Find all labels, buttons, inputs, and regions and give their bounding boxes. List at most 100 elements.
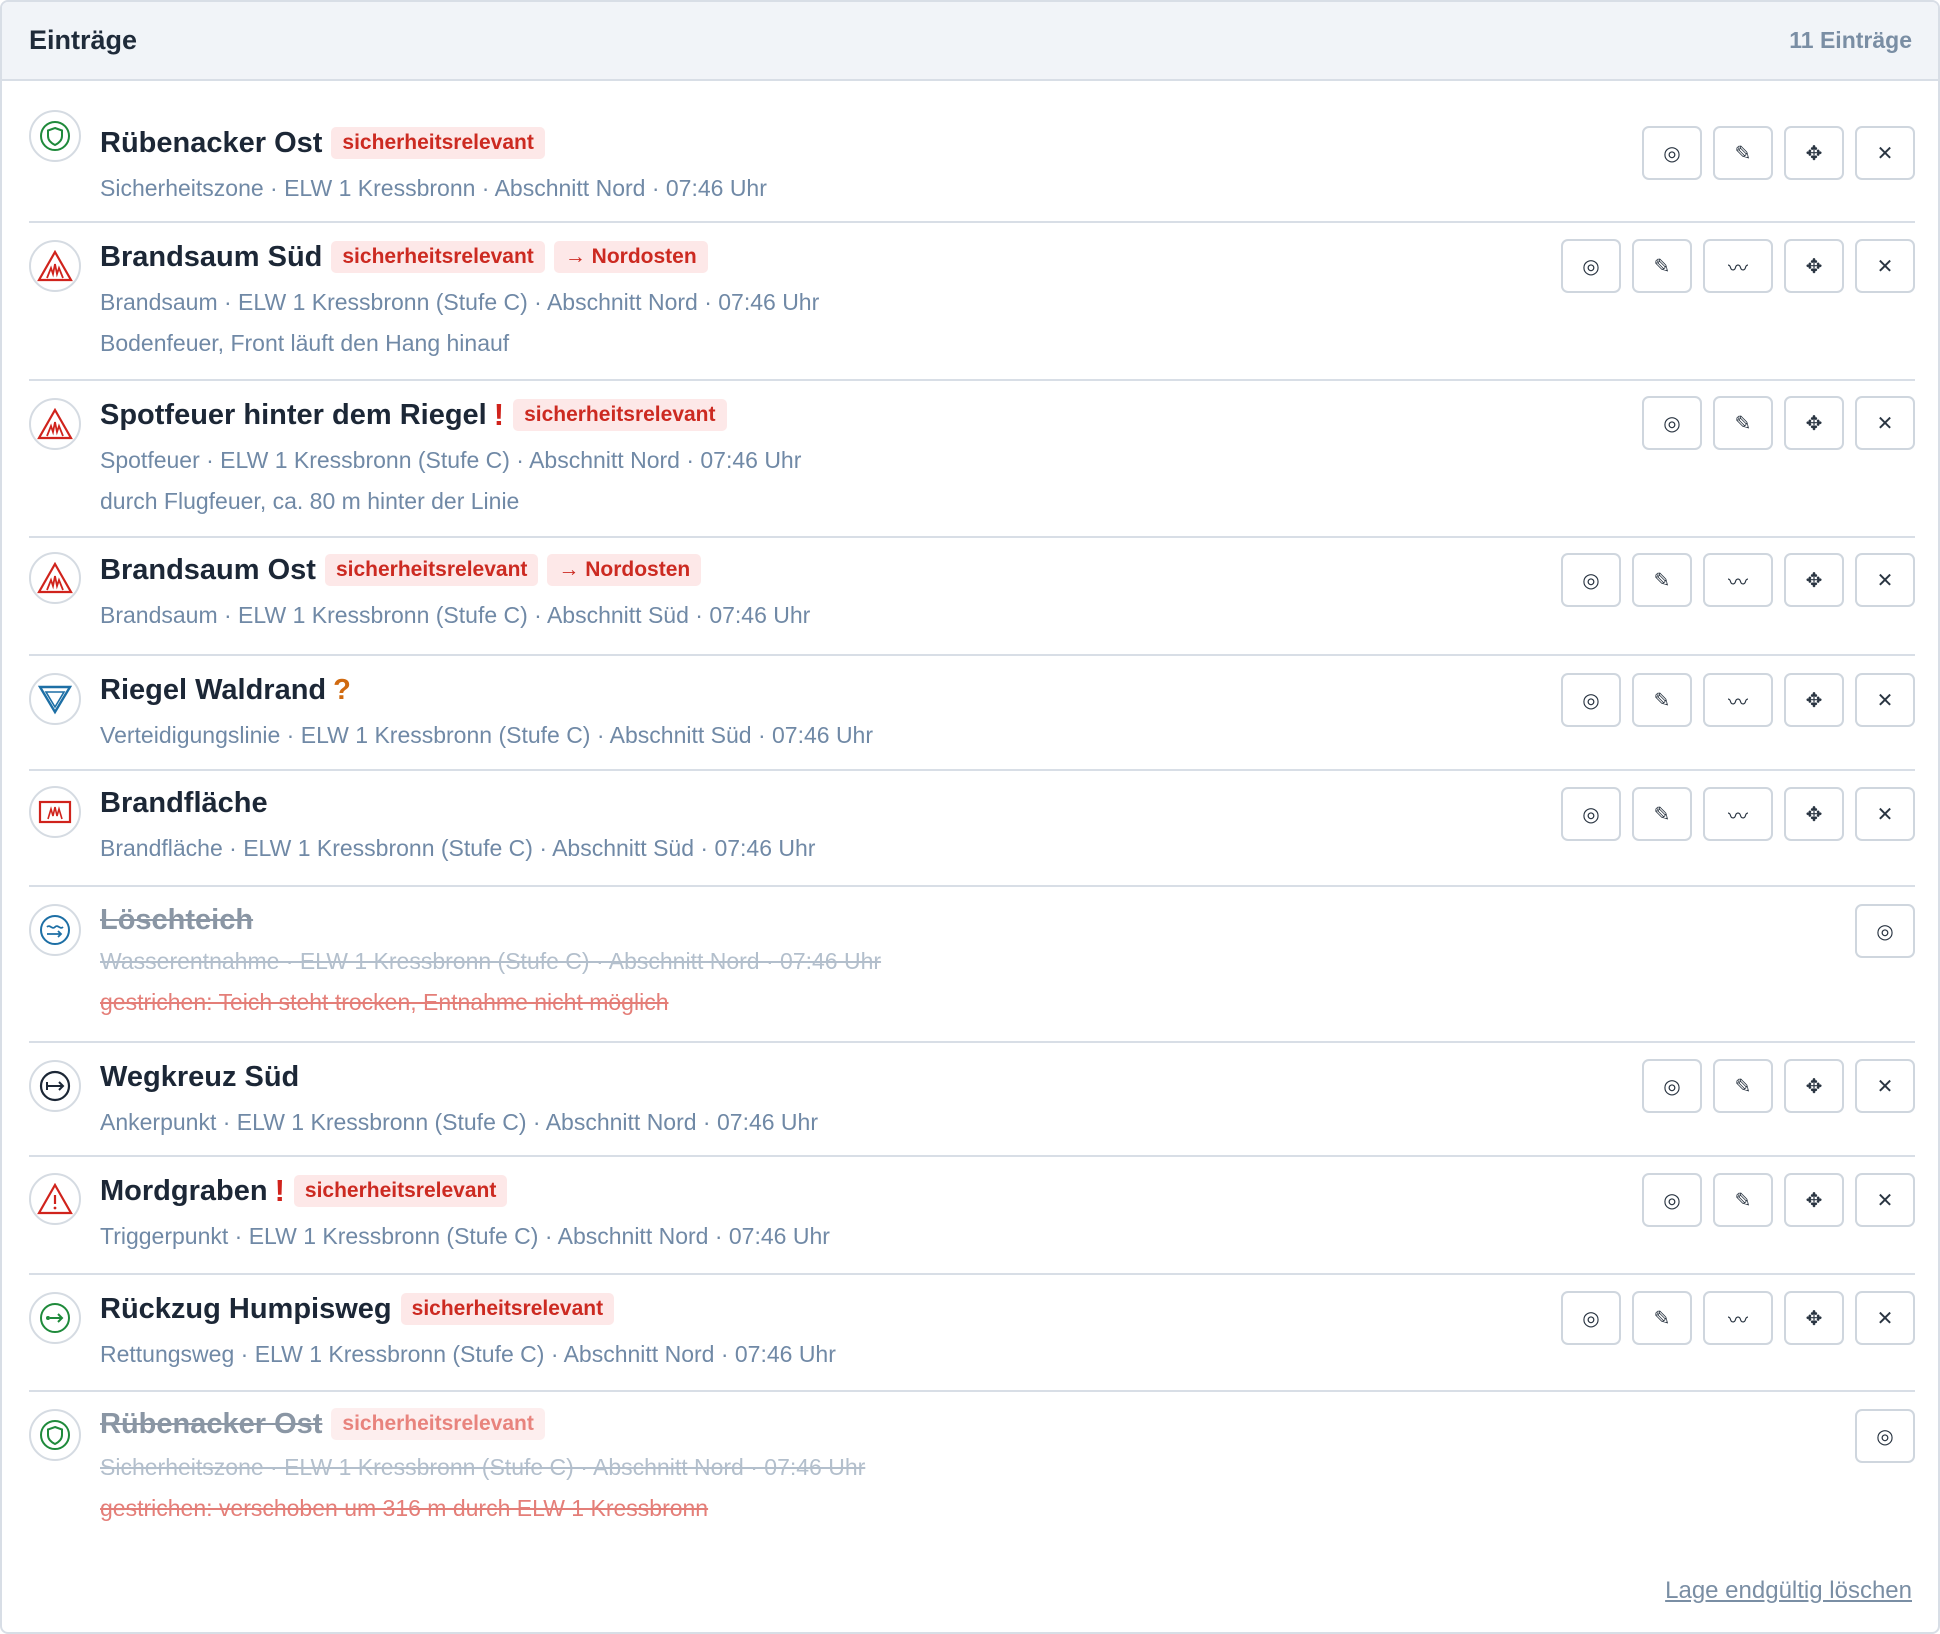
entry-title: Brandsaum Ost <box>100 553 316 586</box>
entry-meta: Wasserentnahme · ELW 1 Kressbronn (Stufe… <box>100 948 882 974</box>
anchor-point-icon <box>29 1060 81 1112</box>
strike-reason: gestrichen: Teich steht trocken, Entnahm… <box>100 989 669 1015</box>
entry-count: 11 Einträge <box>1789 27 1912 53</box>
draw-line-button[interactable]: 〰 <box>1703 553 1773 607</box>
entry-title: Rübenacker Ost <box>100 126 323 159</box>
move-button[interactable]: ✥ <box>1784 1059 1844 1113</box>
entry-note: Bodenfeuer, Front läuft den Hang hinauf <box>100 330 510 356</box>
move-button[interactable]: ✥ <box>1784 396 1844 450</box>
delete-button[interactable]: ✕ <box>1855 126 1915 180</box>
entry-meta: Brandsaum · ELW 1 Kressbronn (Stufe C) ·… <box>100 289 820 315</box>
list-item: Brandfläche Brandfläche · ELW 1 Kressbro… <box>29 771 1915 887</box>
entry-title: Brandsaum Süd <box>100 240 323 273</box>
delete-button[interactable]: ✕ <box>1855 553 1915 607</box>
list-item: Brandsaum Süd sicherheitsrelevant → Nord… <box>29 223 1915 381</box>
delete-button[interactable]: ✕ <box>1855 396 1915 450</box>
move-button[interactable]: ✥ <box>1784 673 1844 727</box>
locate-button[interactable]: ◎ <box>1642 126 1702 180</box>
move-button[interactable]: ✥ <box>1784 787 1844 841</box>
move-button[interactable]: ✥ <box>1784 126 1844 180</box>
edit-button[interactable]: ✎ <box>1632 553 1692 607</box>
priority-mark: ! <box>274 1173 285 1208</box>
delete-button[interactable]: ✕ <box>1855 787 1915 841</box>
safety-badge: sicherheitsrelevant <box>331 241 545 273</box>
locate-button[interactable]: ◎ <box>1561 553 1621 607</box>
list-item: Spotfeuer hinter dem Riegel ! sicherheit… <box>29 381 1915 538</box>
shield-icon <box>29 1409 81 1461</box>
locate-button[interactable]: ◎ <box>1561 239 1621 293</box>
locate-button[interactable]: ◎ <box>1642 396 1702 450</box>
entry-title: Mordgraben <box>100 1174 268 1207</box>
locate-button[interactable]: ◎ <box>1855 1409 1915 1463</box>
edit-button[interactable]: ✎ <box>1632 787 1692 841</box>
direction-badge: → Nordosten <box>547 554 702 586</box>
edit-button[interactable]: ✎ <box>1713 126 1773 180</box>
list-item: Rückzug Humpisweg sicherheitsrelevant Re… <box>29 1275 1915 1392</box>
draw-line-button[interactable]: 〰 <box>1703 787 1773 841</box>
escape-route-icon <box>29 1292 81 1344</box>
locate-button[interactable]: ◎ <box>1855 904 1915 958</box>
entry-title: Riegel Waldrand <box>100 673 327 706</box>
edit-button[interactable]: ✎ <box>1632 1291 1692 1345</box>
locate-button[interactable]: ◎ <box>1642 1173 1702 1227</box>
fire-front-icon <box>29 398 81 450</box>
edit-button[interactable]: ✎ <box>1713 396 1773 450</box>
list-item: Rübenacker Ost sicherheitsrelevant Siche… <box>29 83 1915 223</box>
locate-button[interactable]: ◎ <box>1561 1291 1621 1345</box>
move-button[interactable]: ✥ <box>1784 239 1844 293</box>
edit-button[interactable]: ✎ <box>1632 673 1692 727</box>
draw-line-button[interactable]: 〰 <box>1703 673 1773 727</box>
fire-front-icon <box>29 552 81 604</box>
draw-line-button[interactable]: 〰 <box>1703 1291 1773 1345</box>
locate-button[interactable]: ◎ <box>1561 787 1621 841</box>
entries-panel: Einträge 11 Einträge Rübenacker Ost sich… <box>0 0 1940 1634</box>
strike-reason: gestrichen: verschoben um 316 m durch EL… <box>100 1495 709 1521</box>
list-item: Löschteich Wasserentnahme · ELW 1 Kressb… <box>29 887 1915 1043</box>
safety-badge: sicherheitsrelevant <box>324 554 539 586</box>
delete-button[interactable]: ✕ <box>1855 1173 1915 1227</box>
entry-title: Wegkreuz Süd <box>100 1060 300 1093</box>
safety-badge: sicherheitsrelevant <box>513 399 727 431</box>
list-item: Mordgraben ! sicherheitsrelevant Trigger… <box>29 1157 1915 1275</box>
move-button[interactable]: ✥ <box>1784 1291 1844 1345</box>
uncertain-mark: ? <box>333 673 351 706</box>
entry-title: Spotfeuer hinter dem Riegel <box>100 398 487 431</box>
fire-front-icon <box>29 240 81 292</box>
delete-button[interactable]: ✕ <box>1855 1059 1915 1113</box>
panel-header: Einträge 11 Einträge <box>2 2 1938 81</box>
delete-button[interactable]: ✕ <box>1855 239 1915 293</box>
locate-button[interactable]: ◎ <box>1642 1059 1702 1113</box>
safety-badge: sicherheitsrelevant <box>400 1293 615 1325</box>
entry-title: Rückzug Humpisweg <box>100 1292 392 1325</box>
edit-button[interactable]: ✎ <box>1713 1059 1773 1113</box>
list-item: Wegkreuz Süd Ankerpunkt · ELW 1 Kressbro… <box>29 1043 1915 1157</box>
entry-title: Rübenacker Ost <box>100 1407 323 1440</box>
fire-area-icon <box>29 786 81 838</box>
entry-note: durch Flugfeuer, ca. 80 m hinter der Lin… <box>100 488 520 514</box>
entry-list: Rübenacker Ost sicherheitsrelevant Siche… <box>29 83 1915 1542</box>
safety-badge: sicherheitsrelevant <box>293 1175 508 1207</box>
list-item: Riegel Waldrand ? Verteidigungslinie · E… <box>29 656 1915 771</box>
delete-button[interactable]: ✕ <box>1855 673 1915 727</box>
locate-button[interactable]: ◎ <box>1561 673 1621 727</box>
entry-title: Löschteich <box>100 903 254 936</box>
warning-triangle-icon <box>29 1173 81 1225</box>
panel-title: Einträge <box>29 25 138 55</box>
priority-mark: ! <box>493 397 505 432</box>
defense-line-icon <box>29 673 81 725</box>
entry-meta: Spotfeuer · ELW 1 Kressbronn (Stufe C) ·… <box>100 447 802 473</box>
delete-button[interactable]: ✕ <box>1855 1291 1915 1345</box>
delete-situation-link[interactable]: Lage endgültig löschen <box>1665 1577 1912 1605</box>
safety-badge: sicherheitsrelevant <box>331 127 545 159</box>
edit-button[interactable]: ✎ <box>1632 239 1692 293</box>
move-button[interactable]: ✥ <box>1784 553 1844 607</box>
entry-meta: Rettungsweg · ELW 1 Kressbronn (Stufe C)… <box>100 1341 836 1367</box>
list-item: Rübenacker Ost sicherheitsrelevant Siche… <box>29 1392 1915 1542</box>
shield-icon <box>29 110 81 162</box>
draw-line-button[interactable]: 〰 <box>1703 239 1773 293</box>
entry-meta: Triggerpunkt · ELW 1 Kressbronn (Stufe C… <box>100 1223 830 1249</box>
move-button[interactable]: ✥ <box>1784 1173 1844 1227</box>
entry-meta: Sicherheitszone · ELW 1 Kressbronn (Stuf… <box>100 1454 866 1480</box>
edit-button[interactable]: ✎ <box>1713 1173 1773 1227</box>
list-item: Brandsaum Ost sicherheitsrelevant → Nord… <box>29 538 1915 656</box>
